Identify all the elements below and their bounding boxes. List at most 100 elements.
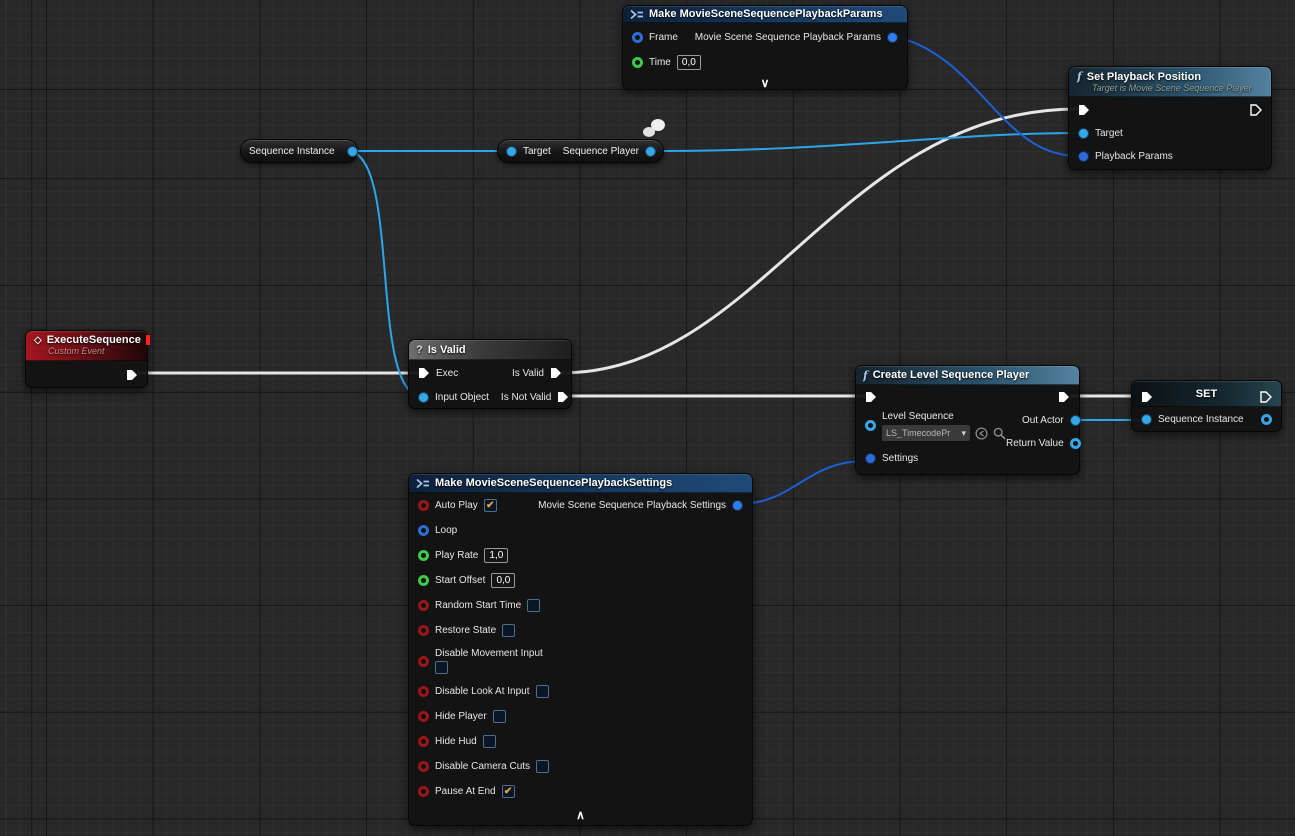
frame-pin[interactable] <box>632 32 643 43</box>
settings-pin-label: Settings <box>882 453 918 464</box>
sequence-instance-output-pin[interactable] <box>1261 414 1272 425</box>
play-rate-pin[interactable] <box>418 550 429 561</box>
node-subtitle: Custom Event <box>48 346 105 356</box>
disable-look-at-input-checkbox[interactable] <box>536 685 549 698</box>
node-header[interactable]: Make MovieSceneSequencePlaybackParams <box>623 6 907 23</box>
node-header[interactable]: Make MovieSceneSequencePlaybackSettings <box>409 474 752 493</box>
node-execute-sequence-event[interactable]: ◇ ExecuteSequence Custom Event <box>25 330 148 388</box>
input-object-pin[interactable] <box>418 392 429 403</box>
is-not-valid-exec-out-pin[interactable] <box>557 391 569 403</box>
node-make-playback-settings[interactable]: Make MovieSceneSequencePlaybackSettings … <box>408 473 753 826</box>
disable-camera-cuts-checkbox[interactable] <box>536 760 549 773</box>
node-title: SET <box>1158 388 1255 400</box>
wire-params-to-playbackparams[interactable] <box>893 36 1078 156</box>
exec-out-pin[interactable] <box>126 369 138 381</box>
sequence-instance-output-pin[interactable] <box>347 146 358 157</box>
restore-state-pin[interactable] <box>418 625 429 636</box>
start-offset-input[interactable]: 0,0 <box>491 573 515 588</box>
target-input-label: Target <box>523 146 551 157</box>
wire-seqplayer-to-target[interactable] <box>648 133 1078 151</box>
pause-at-end-label: Pause At End <box>435 786 496 797</box>
hide-hud-pin[interactable] <box>418 736 429 747</box>
exec-in-pin[interactable] <box>1141 391 1153 403</box>
loop-pin[interactable] <box>418 525 429 536</box>
playback-params-pin-label: Playback Params <box>1095 151 1173 162</box>
node-set-playback-position[interactable]: f Set Playback Position Target is Movie … <box>1068 66 1272 170</box>
node-create-level-sequence-player[interactable]: f Create Level Sequence Player Level Seq… <box>855 365 1080 475</box>
node-set-sequence-instance[interactable]: SET Sequence Instance <box>1131 380 1282 432</box>
exec-out-pin[interactable] <box>1058 391 1070 403</box>
question-icon: ? <box>416 344 423 356</box>
play-rate-input[interactable]: 1,0 <box>484 548 508 563</box>
target-pin[interactable] <box>1078 128 1089 139</box>
time-pin[interactable] <box>632 57 643 68</box>
exec-in-pin[interactable] <box>1078 104 1090 116</box>
node-title: Make MovieSceneSequencePlaybackParams <box>649 8 883 20</box>
node-is-valid[interactable]: ? Is Valid Exec Is Valid Input Object Is… <box>408 339 572 409</box>
node-header[interactable]: f Create Level Sequence Player <box>856 366 1079 385</box>
collapse-node-chevron-icon[interactable]: ∨ <box>623 76 907 90</box>
auto-play-checkbox[interactable]: ✔ <box>484 499 497 512</box>
custom-event-icon: ◇ <box>34 335 42 346</box>
auto-play-pin[interactable] <box>418 500 429 511</box>
disable-look-at-input-pin[interactable] <box>418 686 429 697</box>
out-actor-pin[interactable] <box>1070 415 1081 426</box>
restore-state-label: Restore State <box>435 625 496 636</box>
sequence-instance-input-pin[interactable] <box>1141 414 1152 425</box>
node-make-playback-params[interactable]: Make MovieSceneSequencePlaybackParams Fr… <box>622 5 908 90</box>
is-valid-out-label: Is Valid <box>512 368 544 379</box>
pause-at-end-pin[interactable] <box>418 786 429 797</box>
exec-in-pin[interactable] <box>418 367 430 379</box>
start-offset-pin[interactable] <box>418 575 429 586</box>
node-header[interactable]: ◇ ExecuteSequence Custom Event <box>26 331 147 361</box>
pause-at-end-checkbox[interactable]: ✔ <box>502 785 515 798</box>
disable-camera-cuts-pin[interactable] <box>418 761 429 772</box>
sequence-player-output-label: Sequence Player <box>563 146 639 157</box>
node-subtitle: Target is Movie Scene Sequence Player <box>1092 83 1252 93</box>
random-start-time-pin[interactable] <box>418 600 429 611</box>
make-struct-icon <box>630 9 644 20</box>
node-header[interactable]: ? Is Valid <box>409 340 571 360</box>
mouse-cursor-blob <box>643 119 665 137</box>
browse-asset-icon[interactable] <box>993 427 1006 440</box>
node-header[interactable]: f Set Playback Position Target is Movie … <box>1069 67 1271 97</box>
level-sequence-pin[interactable] <box>865 420 876 431</box>
hide-player-pin[interactable] <box>418 711 429 722</box>
is-valid-exec-out-pin[interactable] <box>550 367 562 379</box>
target-input-pin[interactable] <box>506 146 517 157</box>
level-sequence-asset-dropdown[interactable]: LS_TimecodePr ▾ <box>882 425 970 441</box>
exec-in-pin[interactable] <box>865 391 877 403</box>
node-get-sequence-player[interactable]: Target Sequence Player <box>497 139 664 163</box>
play-rate-label: Play Rate <box>435 550 478 561</box>
disable-look-at-input-label: Disable Look At Input <box>435 686 530 697</box>
playback-params-output-pin[interactable] <box>887 32 898 43</box>
node-title: Create Level Sequence Player <box>873 369 1030 381</box>
start-offset-label: Start Offset <box>435 575 485 586</box>
playback-settings-output-label: Movie Scene Sequence Playback Settings <box>538 500 726 511</box>
hide-player-checkbox[interactable] <box>493 710 506 723</box>
collapse-node-chevron-icon[interactable]: ∧ <box>409 808 752 822</box>
playback-settings-output-pin[interactable] <box>732 500 743 511</box>
wire-settingsout-to-settings[interactable] <box>738 461 866 504</box>
playback-params-pin[interactable] <box>1078 151 1089 162</box>
disable-movement-input-pin[interactable] <box>418 656 429 667</box>
disable-movement-input-checkbox[interactable] <box>435 661 448 674</box>
restore-state-checkbox[interactable] <box>502 624 515 637</box>
blueprint-graph-canvas[interactable]: Make MovieSceneSequencePlaybackParams Fr… <box>0 0 1295 836</box>
use-selected-icon[interactable] <box>975 427 988 440</box>
settings-pin[interactable] <box>865 453 876 464</box>
hide-hud-checkbox[interactable] <box>483 735 496 748</box>
node-get-sequence-instance[interactable]: Sequence Instance <box>240 139 358 163</box>
node-header[interactable]: SET <box>1132 381 1281 407</box>
time-pin-label: Time <box>649 57 671 68</box>
function-icon: f <box>863 369 868 382</box>
exec-out-pin[interactable] <box>1260 391 1272 403</box>
time-value-input[interactable]: 0,0 <box>677 55 701 70</box>
auto-play-label: Auto Play <box>435 500 478 511</box>
return-value-pin[interactable] <box>1070 438 1081 449</box>
random-start-time-label: Random Start Time <box>435 600 521 611</box>
event-flag-icon[interactable] <box>146 335 150 345</box>
random-start-time-checkbox[interactable] <box>527 599 540 612</box>
exec-out-pin[interactable] <box>1250 104 1262 116</box>
sequence-player-output-pin[interactable] <box>645 146 656 157</box>
